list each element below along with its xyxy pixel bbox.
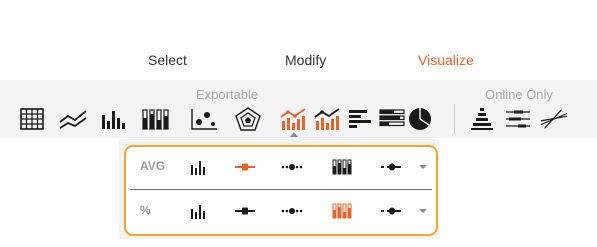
combo-chart-icon[interactable] (312, 104, 342, 134)
dash-marker-icon[interactable] (378, 156, 404, 178)
bars-icon[interactable] (186, 156, 212, 178)
pyramid-icon[interactable] (467, 104, 497, 134)
series-row-percent: % (126, 191, 436, 234)
mode-tabs: Select Modify Visualize (0, 46, 597, 76)
tab-modify[interactable]: Modify (285, 52, 326, 68)
bar-chart-icon[interactable] (99, 104, 129, 134)
stacked-bar-icon[interactable] (140, 104, 170, 134)
tab-select[interactable]: Select (148, 52, 187, 68)
selected-tool-caret (290, 132, 298, 137)
table-icon[interactable] (17, 104, 47, 134)
line-marker-icon[interactable] (232, 200, 258, 222)
horizontal-bar-icon[interactable] (345, 104, 375, 134)
visualize-toolbar: Exportable Online Only (0, 80, 597, 138)
chevron-down-icon[interactable] (419, 165, 427, 169)
line-marker-icon[interactable] (232, 156, 258, 178)
tab-visualize[interactable]: Visualize (418, 52, 474, 68)
dash-marker-icon[interactable] (378, 200, 404, 222)
group-label-online-only: Online Only (485, 87, 553, 102)
chevron-down-icon[interactable] (419, 209, 427, 213)
range-bars-icon[interactable] (503, 104, 533, 134)
bars-icon[interactable] (186, 200, 212, 222)
stacked-bars-icon[interactable] (329, 156, 355, 178)
dots-icon[interactable] (279, 156, 305, 178)
line-chart-icon[interactable] (58, 104, 88, 134)
pie-chart-icon[interactable] (405, 104, 435, 134)
dots-icon[interactable] (279, 200, 305, 222)
crossing-lines-icon[interactable] (539, 104, 569, 134)
row-divider (130, 189, 432, 190)
scatter-icon[interactable] (189, 104, 219, 134)
series-label: % (140, 203, 151, 217)
series-label: AVG (140, 159, 166, 173)
stacked-horizontal-bar-icon[interactable] (377, 104, 407, 134)
toolbar-divider (454, 104, 455, 134)
stacked-bars-icon[interactable] (329, 200, 355, 222)
series-style-popup: AVG % (124, 145, 438, 236)
group-label-exportable: Exportable (196, 87, 259, 102)
radar-icon[interactable] (233, 104, 263, 134)
combo-chart-icon[interactable] (278, 104, 308, 134)
series-row-avg: AVG (126, 147, 436, 190)
